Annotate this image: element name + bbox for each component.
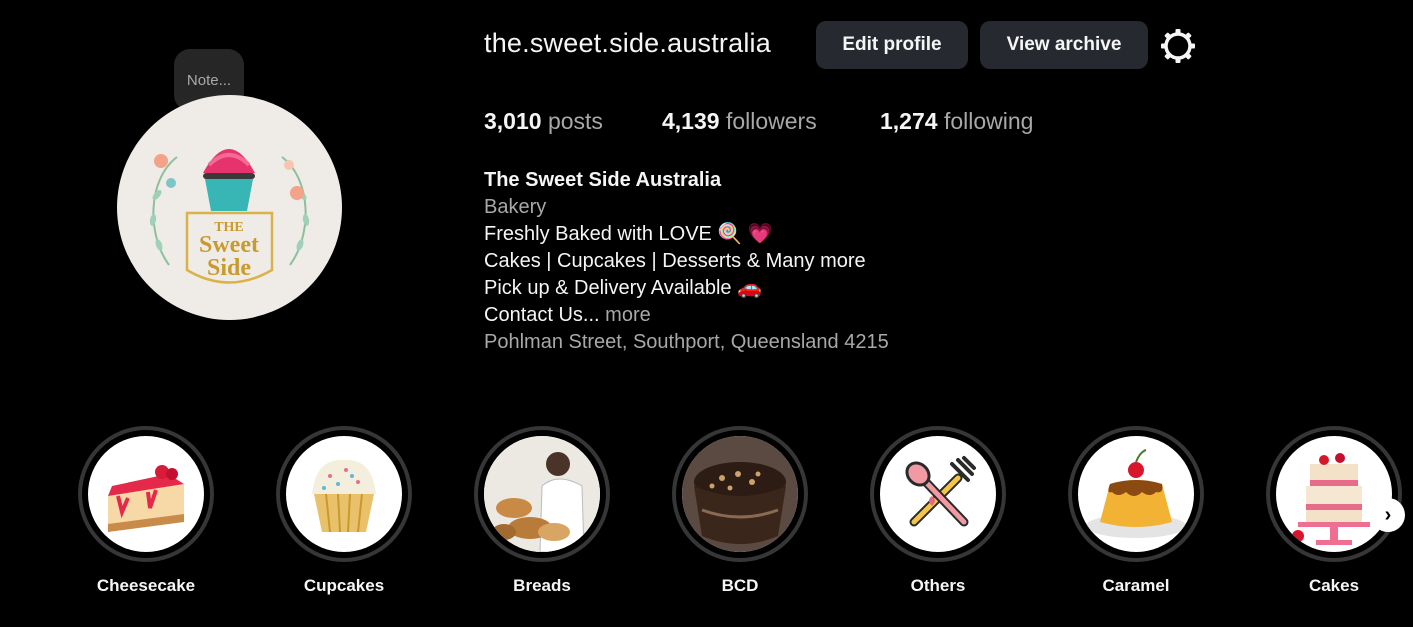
- profile-avatar[interactable]: THE Sweet Side: [117, 95, 342, 320]
- highlight-label: Others: [910, 576, 966, 595]
- bio-line: Pick up & Delivery Available 🚗: [484, 277, 762, 299]
- layer-cake-icon: [1276, 436, 1392, 552]
- avatar-logo: THE Sweet Side: [117, 95, 342, 320]
- highlight-ring[interactable]: [1068, 426, 1204, 562]
- highlight-ring[interactable]: [276, 426, 412, 562]
- highlights-next-button[interactable]: ›: [1371, 498, 1405, 532]
- highlight-ring[interactable]: [870, 426, 1006, 562]
- chevron-right-icon: ›: [1384, 503, 1392, 526]
- highlight-ring[interactable]: [1266, 426, 1402, 562]
- note-placeholder: Note...: [186, 71, 232, 89]
- bio-line: Cakes | Cupcakes | Desserts & Many more: [484, 250, 866, 272]
- following-stat[interactable]: 1,274 following: [880, 108, 1033, 135]
- highlight-label: Breads: [513, 576, 571, 595]
- bio-category: Bakery: [484, 196, 547, 218]
- posts-stat: 3,010 posts: [484, 108, 603, 135]
- bio-contact: Contact Us...: [484, 304, 600, 326]
- view-archive-button[interactable]: View archive: [980, 21, 1148, 69]
- followers-label: followers: [725, 108, 817, 134]
- bio-name: The Sweet Side Australia: [484, 169, 722, 191]
- bio-address[interactable]: Pohlman Street, Southport, Queensland 42…: [484, 329, 889, 356]
- highlight-item[interactable]: Caramel: [1068, 426, 1204, 596]
- highlight-ring[interactable]: [474, 426, 610, 562]
- dessert-cup-icon: [682, 436, 798, 552]
- highlight-item[interactable]: Cupcakes: [276, 426, 412, 596]
- highlight-ring[interactable]: [78, 426, 214, 562]
- highlight-item[interactable]: Others: [870, 426, 1006, 596]
- followers-count: 4,139: [662, 108, 720, 134]
- highlight-item[interactable]: Cheesecake: [78, 426, 214, 596]
- profile-bio: The Sweet Side Australia Bakery Freshly …: [484, 167, 889, 356]
- profile-username: the.sweet.side.australia: [484, 28, 771, 58]
- bio-line: Freshly Baked with LOVE 🍭 💗: [484, 223, 773, 245]
- following-count: 1,274: [880, 108, 938, 134]
- svg-text:Side: Side: [207, 255, 251, 281]
- cheesecake-icon: [88, 436, 204, 552]
- edit-profile-button[interactable]: Edit profile: [816, 21, 968, 69]
- highlight-ring[interactable]: [672, 426, 808, 562]
- highlight-item[interactable]: Breads: [474, 426, 610, 596]
- flan-icon: [1078, 436, 1194, 552]
- posts-label: posts: [547, 108, 603, 134]
- followers-stat[interactable]: 4,139 followers: [662, 108, 817, 135]
- highlight-label: Caramel: [1102, 576, 1170, 595]
- highlight-label: Cupcakes: [303, 576, 385, 595]
- highlight-label: BCD: [721, 576, 759, 595]
- cupcake-icon: [286, 436, 402, 552]
- highlight-label: Cakes: [1308, 576, 1360, 595]
- following-label: following: [943, 108, 1034, 134]
- sweet-side-logo-icon: THE Sweet Side: [149, 149, 310, 284]
- gear-icon[interactable]: [1159, 27, 1197, 65]
- highlight-item[interactable]: BCD: [672, 426, 808, 596]
- bio-more-link[interactable]: more: [605, 304, 651, 326]
- bread-icon: [484, 436, 600, 552]
- bio-line-contact: Contact Us... more: [484, 302, 889, 329]
- posts-count: 3,010: [484, 108, 542, 134]
- highlight-label: Cheesecake: [96, 576, 196, 595]
- spoon-fork-icon: [880, 436, 996, 552]
